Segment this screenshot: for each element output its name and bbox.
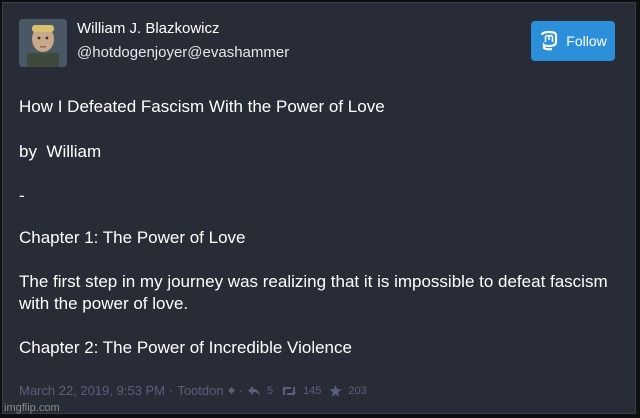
star-icon[interactable] (329, 384, 343, 397)
chapter-1-heading: Chapter 1: The Power of Love (19, 228, 246, 247)
avatar[interactable] (19, 19, 67, 67)
favourite-count: 203 (348, 384, 367, 397)
status-card: William J. Blazkowicz @hotdogenjoyer@eva… (2, 2, 636, 414)
post-paragraph: The first step in my journey was realizi… (19, 272, 608, 313)
reply-count: 5 (266, 384, 274, 397)
reply-icon[interactable] (247, 385, 261, 397)
account-handle[interactable]: @hotdogenjoyer@evashammer (77, 44, 289, 61)
timestamp[interactable]: March 22, 2019, 9:53 PM (19, 383, 165, 398)
diamond-icon (227, 387, 235, 394)
follow-button[interactable]: Follow (531, 21, 615, 61)
post-title: How I Defeated Fascism With the Power of… (19, 97, 385, 116)
boost-count: 145 (303, 384, 322, 397)
mastodon-icon (539, 31, 559, 51)
follow-button-label: Follow (566, 33, 607, 49)
boost-icon[interactable] (281, 385, 297, 397)
post-separator: - (19, 186, 25, 205)
watermark: imgflip.com (4, 402, 60, 414)
meta-separator: · (168, 383, 174, 398)
meta-separator: · (238, 383, 243, 398)
status-meta: March 22, 2019, 9:53 PM · Tootdon · 5 14… (19, 383, 371, 398)
post-byline: by William (19, 142, 102, 161)
display-name[interactable]: William J. Blazkowicz (77, 20, 220, 37)
app-name[interactable]: Tootdon (177, 383, 223, 398)
chapter-2-heading: Chapter 2: The Power of Incredible Viole… (19, 338, 352, 357)
